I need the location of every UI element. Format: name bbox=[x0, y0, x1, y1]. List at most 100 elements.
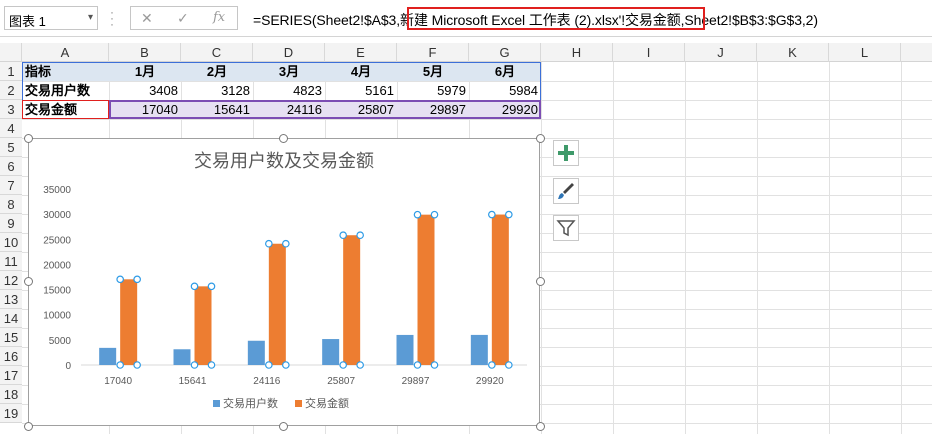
series-selection-handle bbox=[133, 275, 141, 284]
series-values-outline bbox=[109, 100, 541, 119]
series-selection-handle bbox=[116, 361, 124, 369]
bar[interactable] bbox=[417, 214, 435, 365]
resize-handle[interactable] bbox=[279, 422, 288, 431]
row-header[interactable]: 5 bbox=[0, 138, 22, 157]
chart[interactable]: 交易用户数及交易金额 0 5000 10000 15000 20000 25000 3000… bbox=[28, 138, 540, 426]
row-header[interactable]: 17 bbox=[0, 366, 22, 385]
chart-svg: 交易用户数及交易金额 0 5000 10000 15000 20000 25000 3000… bbox=[43, 151, 527, 410]
row-header[interactable]: 16 bbox=[0, 347, 22, 366]
resize-handle[interactable] bbox=[24, 134, 33, 143]
bar[interactable] bbox=[396, 334, 414, 365]
bar[interactable] bbox=[247, 340, 265, 365]
insert-function-icon[interactable]: fx bbox=[213, 10, 225, 25]
column-header-j[interactable]: J bbox=[685, 43, 757, 62]
series-name-outline bbox=[22, 100, 109, 119]
more-icon: · · · bbox=[110, 5, 114, 31]
bar[interactable] bbox=[120, 279, 138, 365]
row-header[interactable]: 10 bbox=[0, 233, 22, 252]
resize-handle[interactable] bbox=[279, 134, 288, 143]
series-selection-handle bbox=[488, 210, 496, 219]
row-header[interactable]: 12 bbox=[0, 271, 22, 290]
chart-elements-button[interactable] bbox=[553, 140, 579, 166]
bar[interactable] bbox=[173, 349, 191, 365]
x-tick-label: 29897 bbox=[402, 376, 430, 387]
formula-buttons: ✕ ✓ fx bbox=[130, 6, 238, 30]
formula-input[interactable]: =SERIES(Sheet2!$A$3,新建 Microsoft Excel 工… bbox=[243, 6, 932, 30]
column-header-h[interactable]: H bbox=[541, 43, 613, 62]
highlight-box bbox=[407, 7, 705, 30]
resize-handle[interactable] bbox=[24, 277, 33, 286]
row-header[interactable]: 3 bbox=[0, 100, 22, 119]
x-tick-label: 29920 bbox=[476, 376, 504, 387]
column-header-bar: A B C D E F G H I J K L bbox=[0, 43, 932, 62]
row-header[interactable]: 9 bbox=[0, 214, 22, 233]
bar[interactable] bbox=[322, 339, 340, 365]
series-selection-handle bbox=[116, 275, 124, 284]
row-header[interactable]: 15 bbox=[0, 328, 22, 347]
series-selection-handle bbox=[190, 282, 199, 291]
row-header[interactable]: 6 bbox=[0, 157, 22, 176]
cancel-icon[interactable]: ✕ bbox=[141, 10, 153, 27]
legend-label: 交易用户数 bbox=[223, 396, 278, 410]
row-header[interactable]: 18 bbox=[0, 385, 22, 404]
y-tick-label: 20000 bbox=[43, 260, 71, 271]
resize-handle[interactable] bbox=[24, 422, 33, 431]
series-selection-handle bbox=[430, 210, 439, 219]
column-header-c[interactable]: C bbox=[181, 43, 253, 62]
legend-swatch bbox=[295, 400, 302, 407]
series-selection-handle bbox=[190, 361, 199, 369]
column-header-e[interactable]: E bbox=[325, 43, 397, 62]
chart-title[interactable]: 交易用户数及交易金额 bbox=[194, 151, 374, 171]
bar[interactable] bbox=[99, 347, 117, 365]
series-selection-handle bbox=[133, 361, 141, 369]
row-header[interactable]: 1 bbox=[0, 62, 22, 81]
series-selection-handle bbox=[488, 361, 496, 369]
name-box[interactable]: 图表 1 ▾ bbox=[4, 6, 98, 30]
formula-prefix: =SERIES(Sheet2!$A$3, bbox=[253, 12, 401, 28]
series-selection-handle bbox=[505, 361, 513, 369]
x-tick-label: 15641 bbox=[179, 376, 207, 387]
chevron-down-icon[interactable]: ▾ bbox=[88, 12, 93, 23]
legend-label: 交易金额 bbox=[305, 396, 349, 410]
column-header-d[interactable]: D bbox=[253, 43, 325, 62]
series-selection-handle bbox=[282, 239, 290, 248]
resize-handle[interactable] bbox=[536, 134, 545, 143]
y-tick-label: 10000 bbox=[43, 311, 71, 322]
row-header[interactable]: 2 bbox=[0, 81, 22, 100]
column-header-a[interactable]: A bbox=[22, 43, 109, 62]
chart-filters-button[interactable] bbox=[553, 215, 579, 241]
column-header-k[interactable]: K bbox=[757, 43, 829, 62]
series-selection-handle bbox=[356, 231, 364, 240]
enter-icon[interactable]: ✓ bbox=[177, 10, 189, 27]
select-all-corner[interactable] bbox=[0, 43, 22, 62]
column-header-i[interactable]: I bbox=[613, 43, 685, 62]
resize-handle[interactable] bbox=[536, 422, 545, 431]
column-header-l[interactable]: L bbox=[829, 43, 901, 62]
series-selection-handle bbox=[430, 361, 439, 369]
x-tick-label: 25807 bbox=[327, 376, 355, 387]
chart-styles-button[interactable] bbox=[553, 178, 579, 204]
legend-swatch bbox=[213, 400, 220, 407]
bar[interactable] bbox=[491, 214, 509, 365]
row-header[interactable]: 14 bbox=[0, 309, 22, 328]
bar[interactable] bbox=[343, 235, 361, 365]
formula-bar: 图表 1 ▾ · · · ✕ ✓ fx =SERIES(Sheet2!$A$3,新建… bbox=[0, 0, 932, 37]
bar[interactable] bbox=[268, 243, 286, 365]
column-header-f[interactable]: F bbox=[397, 43, 469, 62]
column-header-b[interactable]: B bbox=[109, 43, 181, 62]
row-header[interactable]: 4 bbox=[0, 119, 22, 138]
series-selection-handle bbox=[339, 361, 347, 369]
row-header[interactable]: 13 bbox=[0, 290, 22, 309]
row-header[interactable]: 19 bbox=[0, 404, 22, 423]
resize-handle[interactable] bbox=[536, 277, 545, 286]
column-header-g[interactable]: G bbox=[469, 43, 541, 62]
header-range-outline bbox=[22, 62, 541, 101]
bar[interactable] bbox=[194, 286, 212, 365]
row-header[interactable]: 11 bbox=[0, 252, 22, 271]
row-header[interactable]: 7 bbox=[0, 176, 22, 195]
series-selection-handle bbox=[207, 282, 216, 291]
name-box-value: 图表 1 bbox=[9, 14, 46, 29]
brush-icon bbox=[558, 183, 574, 199]
bar[interactable] bbox=[470, 334, 488, 365]
row-header[interactable]: 8 bbox=[0, 195, 22, 214]
